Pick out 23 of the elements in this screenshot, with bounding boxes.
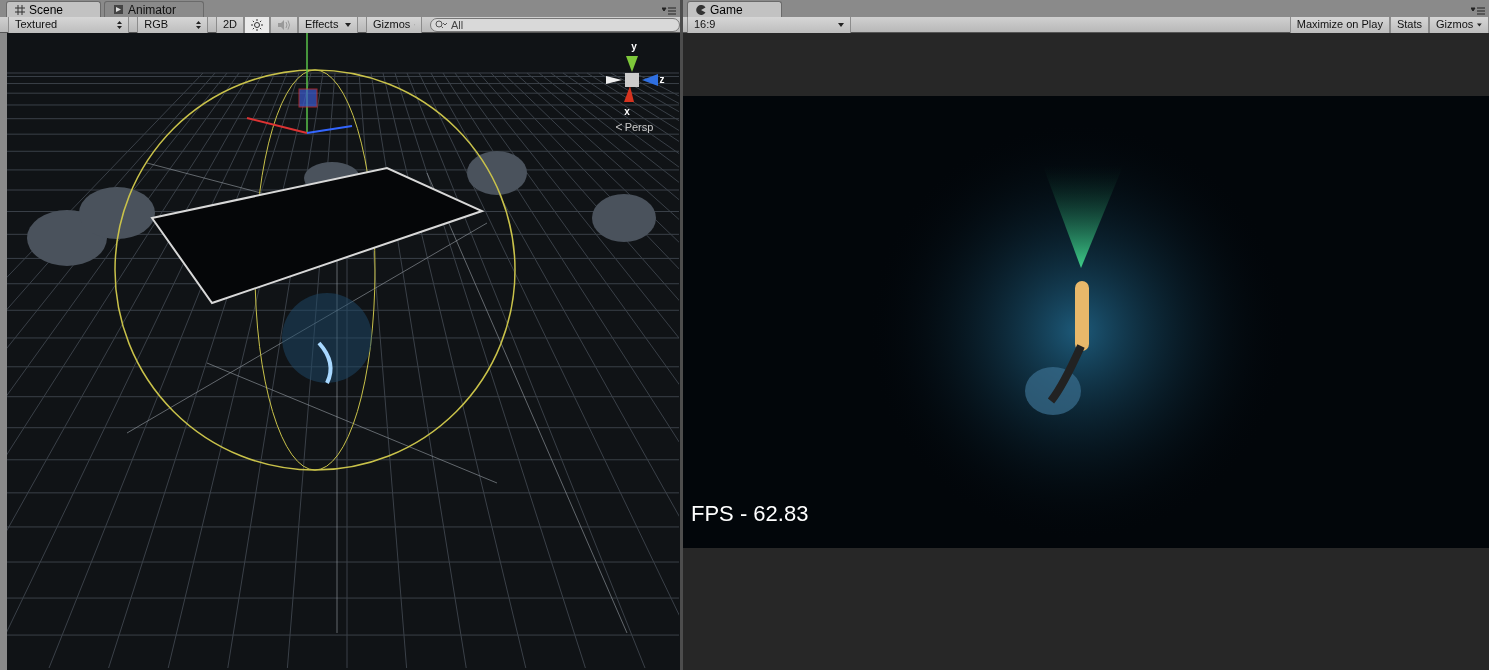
fps-counter: FPS - 62.83 <box>691 499 809 528</box>
up-down-caret-icon <box>195 20 201 29</box>
panel-tab[interactable]: Game <box>687 1 782 17</box>
y-axis-label: y <box>631 40 637 54</box>
search-icon <box>435 20 447 29</box>
scene-viewport[interactable]: y z x Persp <box>7 33 680 670</box>
chevron-left-icon <box>614 123 623 132</box>
up-down-caret-icon <box>117 20 123 29</box>
sun-icon <box>251 18 263 31</box>
animator-icon <box>113 4 124 15</box>
grid-icon <box>15 4 25 15</box>
orientation-gizmo-icon[interactable] <box>603 54 660 104</box>
z-axis-label: z <box>659 72 665 87</box>
projection-label[interactable]: Persp <box>624 119 654 136</box>
search-field[interactable]: All <box>430 17 680 32</box>
panel-menu-icon[interactable] <box>662 7 676 15</box>
speaker-icon <box>277 18 291 31</box>
panel-tab[interactable]: Animator <box>104 1 204 17</box>
search-input[interactable]: All <box>451 18 675 31</box>
x-axis-label: x <box>624 105 630 119</box>
pacman-icon <box>696 4 706 15</box>
panel-tab[interactable]: Scene <box>6 1 101 17</box>
panel-menu-icon[interactable] <box>1471 7 1485 15</box>
